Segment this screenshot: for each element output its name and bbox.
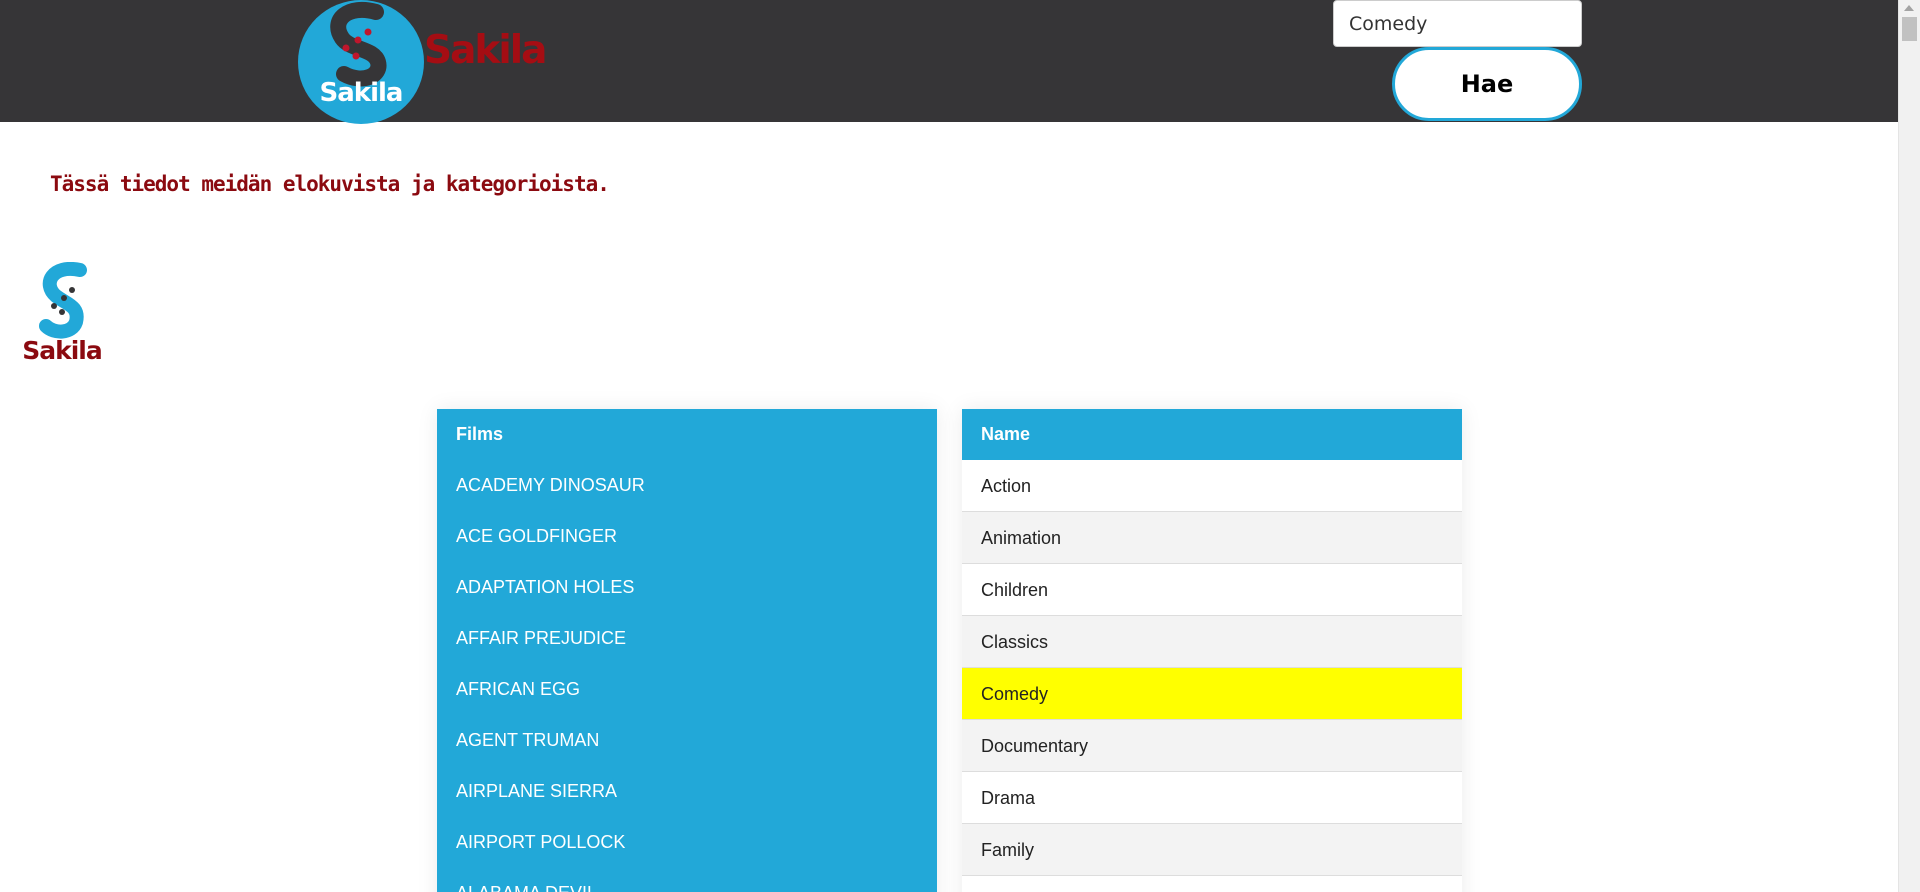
categories-table: Name Action Animation Children Classics … [962,409,1462,892]
logo-text: Sakila [319,78,404,108]
scroll-up-icon[interactable] [1904,5,1914,11]
film-row[interactable]: AFRICAN EGG [437,664,937,715]
scroll-thumb[interactable] [1902,17,1917,41]
category-row[interactable]: Animation [962,512,1462,564]
category-row[interactable] [962,876,1462,892]
category-row[interactable]: Family [962,824,1462,876]
film-row[interactable]: AIRPLANE SIERRA [437,766,937,817]
category-row[interactable]: Classics [962,616,1462,668]
search-input[interactable] [1333,0,1582,47]
film-row[interactable]: ACE GOLDFINGER [437,511,937,562]
film-row[interactable]: ALABAMA DEVIL [437,868,937,892]
small-sakila-logo: Sakila [22,261,103,366]
films-column-header: Films [456,424,504,444]
film-row[interactable]: AFFAIR PREJUDICE [437,613,937,664]
category-row[interactable]: Children [962,564,1462,616]
films-table: Films ACADEMY DINOSAUR ACE GOLDFINGER AD… [437,409,937,892]
film-row[interactable]: AIRPORT POLLOCK [437,817,937,868]
name-column-header: Name [962,409,1462,460]
search-button[interactable]: Hae [1392,47,1582,121]
film-row[interactable]: AGENT TRUMAN [437,715,937,766]
vertical-scrollbar[interactable] [1898,0,1920,892]
brand-name[interactable]: Sakila [424,28,547,73]
category-row[interactable]: Documentary [962,720,1462,772]
small-logo-text: Sakila [22,336,103,365]
sakila-logo[interactable]: Sakila [298,0,424,124]
category-row[interactable]: Drama [962,772,1462,824]
category-row-selected[interactable]: Comedy [962,668,1462,720]
film-row[interactable]: ACADEMY DINOSAUR [437,460,937,511]
top-header: Sakila Sakila Hae [0,0,1898,124]
film-row[interactable]: ADAPTATION HOLES [437,562,937,613]
intro-text: Tässä tiedot meidän elokuvista ja katego… [50,172,610,196]
sakila-s-icon [39,261,87,339]
category-row[interactable]: Action [962,460,1462,512]
